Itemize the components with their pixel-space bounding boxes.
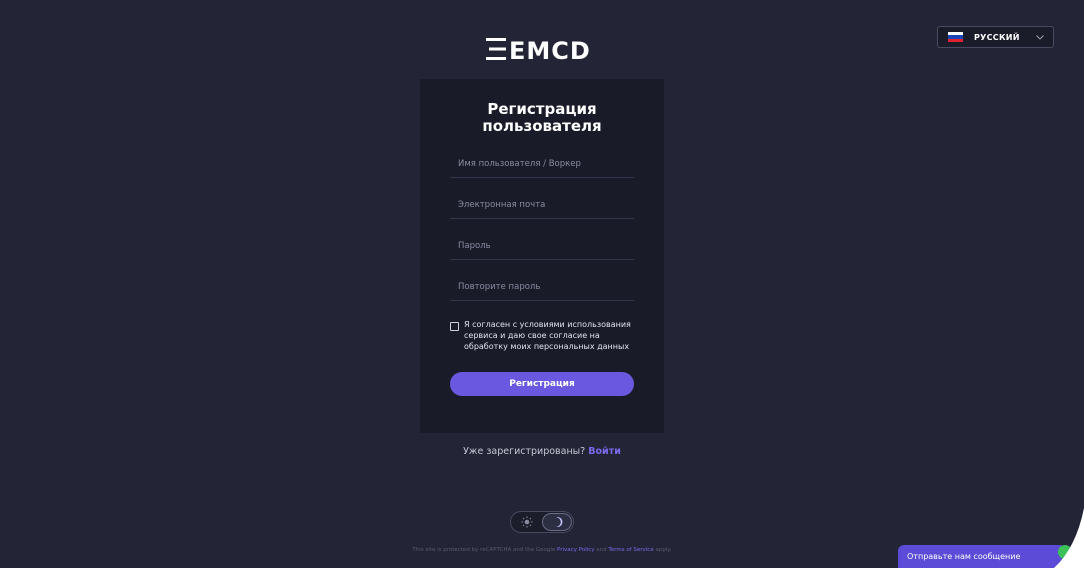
username-input[interactable] xyxy=(450,151,634,177)
agreement-text: Я согласен с условиями использования сер… xyxy=(464,320,631,351)
password-field xyxy=(450,233,634,260)
light-theme-button[interactable] xyxy=(512,513,542,531)
email-field xyxy=(450,192,634,219)
chat-label: Отправьте нам сообщение xyxy=(907,552,1021,561)
repeat-password-input[interactable] xyxy=(450,274,634,300)
password-input[interactable] xyxy=(450,233,634,259)
emcd-logo[interactable]: EMCD xyxy=(486,38,598,60)
recaptcha-prefix: This site is protected by reCAPTCHA and … xyxy=(412,547,556,553)
login-prompt: Уже зарегистрированы? Войти xyxy=(0,446,1084,457)
chat-widget-button[interactable]: Отправьте нам сообщение xyxy=(898,545,1072,568)
title-line-2: пользователя xyxy=(482,117,602,135)
register-button[interactable]: Регистрация xyxy=(450,372,634,396)
page: EMCD РУССКИЙ Регистрация пользователя Им… xyxy=(0,0,1084,568)
language-select[interactable]: РУССКИЙ xyxy=(937,26,1054,48)
language-label: РУССКИЙ xyxy=(974,32,1020,42)
recaptcha-suffix: apply. xyxy=(655,547,672,553)
moon-icon xyxy=(556,517,563,527)
theme-toggle xyxy=(510,511,574,533)
login-link[interactable]: Войти xyxy=(588,446,621,457)
registration-card: Регистрация пользователя Я согласен с ус… xyxy=(420,79,664,433)
page-title: Регистрация пользователя xyxy=(420,101,664,135)
agreement-row: Я согласен с условиями использования сер… xyxy=(450,319,640,352)
russia-flag-icon xyxy=(948,32,963,42)
sun-icon xyxy=(521,516,533,528)
privacy-policy-link[interactable]: Privacy Policy xyxy=(557,547,594,553)
repeat-password-field xyxy=(450,274,634,301)
chevron-down-icon xyxy=(1036,35,1044,40)
dark-theme-button[interactable] xyxy=(542,513,572,531)
agreement-checkbox[interactable] xyxy=(450,322,459,331)
recaptcha-and: and xyxy=(596,547,607,553)
terms-of-service-link[interactable]: Terms of Service xyxy=(608,547,653,553)
email-input[interactable] xyxy=(450,192,634,218)
title-line-1: Регистрация xyxy=(487,100,597,118)
username-field xyxy=(450,151,634,178)
page-corner-decoration xyxy=(1054,508,1084,568)
logo-text: EMCD xyxy=(509,38,591,60)
login-prompt-text: Уже зарегистрированы? xyxy=(463,446,586,457)
